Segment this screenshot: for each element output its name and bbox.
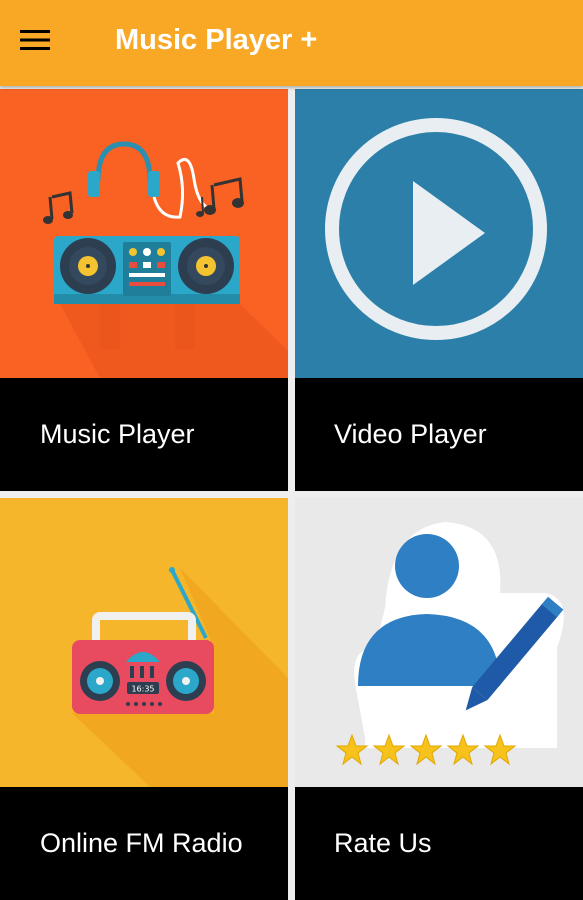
music-player-caption: Music Player	[0, 378, 288, 491]
app-title: Music Player +	[115, 24, 318, 56]
fm-radio-label: Online FM Radio	[40, 828, 243, 858]
video-player-caption: Video Player	[295, 378, 583, 491]
music-player-artwork	[0, 89, 288, 378]
rate-us-artwork	[295, 498, 583, 787]
menu-button[interactable]	[20, 22, 64, 58]
rate-us-label: Rate Us	[334, 828, 432, 858]
radio-display-time: 16:35	[131, 685, 154, 694]
play-circle-icon	[325, 118, 547, 340]
fm-radio-tile[interactable]: 16:35 Online FM Radio	[0, 498, 288, 900]
video-player-label: Video Player	[334, 419, 487, 449]
fm-radio-caption: Online FM Radio	[0, 787, 288, 900]
music-player-tile[interactable]: Music Player	[0, 89, 288, 491]
video-player-artwork	[295, 89, 583, 378]
dj-turntable-icon	[43, 141, 288, 378]
music-player-label: Music Player	[40, 419, 195, 449]
rate-us-caption: Rate Us	[295, 787, 583, 900]
user-edit-rating-icon	[335, 522, 564, 766]
feature-grid: Music Player Video Player 16:35 Online F…	[0, 86, 583, 900]
rate-us-tile[interactable]: Rate Us	[295, 498, 583, 900]
video-player-tile[interactable]: Video Player	[295, 89, 583, 491]
app-bar: Music Player +	[0, 0, 583, 86]
hamburger-menu-icon	[20, 30, 50, 50]
boombox-radio-icon: 16:35	[72, 567, 288, 787]
fm-radio-artwork: 16:35	[0, 498, 288, 787]
